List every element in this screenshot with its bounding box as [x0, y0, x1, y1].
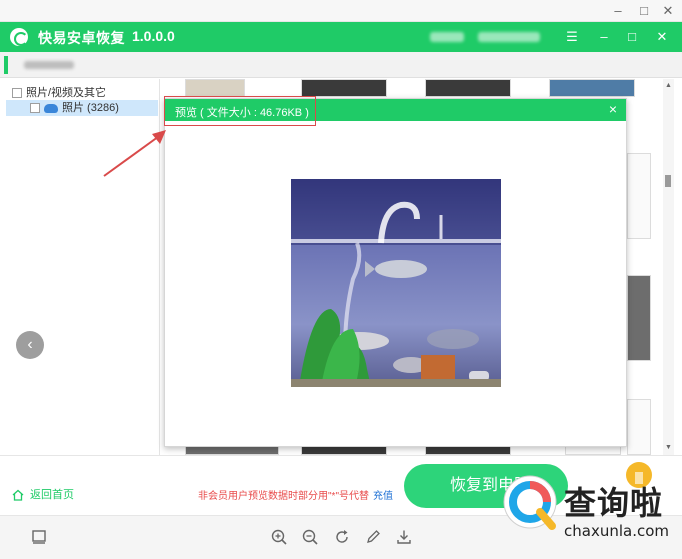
photo-thumbnail[interactable] — [549, 79, 635, 97]
photo-thumbnail[interactable] — [301, 79, 387, 97]
photo-thumbnail[interactable] — [627, 153, 651, 239]
watermark-logo-icon — [503, 475, 557, 530]
app-version: 1.0.0.0 — [132, 28, 175, 44]
blurred-device-name — [24, 61, 74, 69]
watermark-text: 查询啦 — [564, 484, 664, 522]
fit-screen-icon[interactable] — [30, 528, 48, 546]
grid-scrollbar[interactable]: ▲ ▼ — [663, 79, 674, 455]
app-logo-icon — [10, 28, 28, 46]
menu-icon[interactable]: ☰ — [564, 29, 580, 45]
rotate-icon[interactable] — [333, 528, 351, 546]
photo-thumbnail[interactable] — [627, 275, 651, 361]
photo-thumbnail[interactable] — [627, 399, 651, 455]
watermark-url: chaxunla.com — [564, 522, 669, 540]
window-close-button[interactable]: ✕ — [660, 3, 676, 19]
annotation-highlight-box — [164, 96, 316, 126]
site-watermark: 查询啦 chaxunla.com — [500, 462, 682, 554]
annotation-arrow-icon — [103, 130, 166, 177]
zoom-in-icon[interactable] — [270, 528, 288, 546]
app-title: 快易安卓恢复 — [38, 30, 125, 46]
home-link-label: 返回首页 — [30, 489, 74, 501]
device-bar — [0, 52, 682, 78]
photo-cloud-icon — [44, 103, 58, 113]
home-link[interactable]: 返回首页 — [12, 486, 74, 502]
tree-item-label: 照片/视频及其它 — [26, 87, 107, 99]
scrollbar-thumb[interactable] — [665, 175, 671, 187]
preview-close-icon[interactable]: × — [606, 102, 620, 116]
app-header: 快易安卓恢复 1.0.0.0 ☰ – □ ✕ — [0, 22, 682, 52]
edit-pencil-icon[interactable] — [364, 528, 382, 546]
window-titlebar: – □ ✕ — [0, 0, 682, 22]
member-notice: 非会员用户预览数据时部分用"*"号代替 充值 — [198, 487, 393, 502]
window-maximize-button[interactable]: □ — [636, 3, 652, 19]
scroll-down-arrow-icon[interactable]: ▼ — [664, 443, 673, 452]
home-icon — [12, 489, 24, 501]
close-button[interactable]: ✕ — [654, 29, 670, 45]
blurred-account-text — [430, 32, 464, 42]
blurred-account-text-2 — [478, 32, 540, 42]
member-notice-text: 非会员用户预览数据时部分用"*"号代替 — [198, 491, 369, 502]
tree-item-photos-videos[interactable]: 照片/视频及其它 — [12, 85, 106, 101]
tree-item-photos[interactable]: 照片 (3286) — [6, 100, 158, 116]
aquarium-photo — [291, 179, 501, 387]
zoom-out-icon[interactable] — [301, 528, 319, 546]
window-minimize-button[interactable]: – — [610, 3, 626, 19]
photo-thumbnail[interactable] — [185, 79, 245, 97]
download-icon[interactable] — [395, 528, 413, 546]
photo-thumbnail[interactable] — [425, 79, 511, 97]
preview-image — [291, 179, 501, 387]
preview-dialog: 预览 ( 文件大小 : 46.76KB ) × — [164, 98, 627, 447]
tree-item-label: 照片 (3286) — [62, 102, 119, 114]
charge-link[interactable]: 充值 — [373, 491, 393, 502]
tree-checkbox[interactable] — [12, 88, 22, 99]
previous-arrow-button[interactable]: ‹ — [16, 331, 44, 359]
tree-checkbox[interactable] — [30, 103, 40, 114]
scroll-up-arrow-icon[interactable]: ▲ — [664, 81, 673, 90]
device-indicator — [4, 56, 8, 74]
minimize-button[interactable]: – — [596, 29, 612, 45]
maximize-button[interactable]: □ — [624, 29, 640, 45]
